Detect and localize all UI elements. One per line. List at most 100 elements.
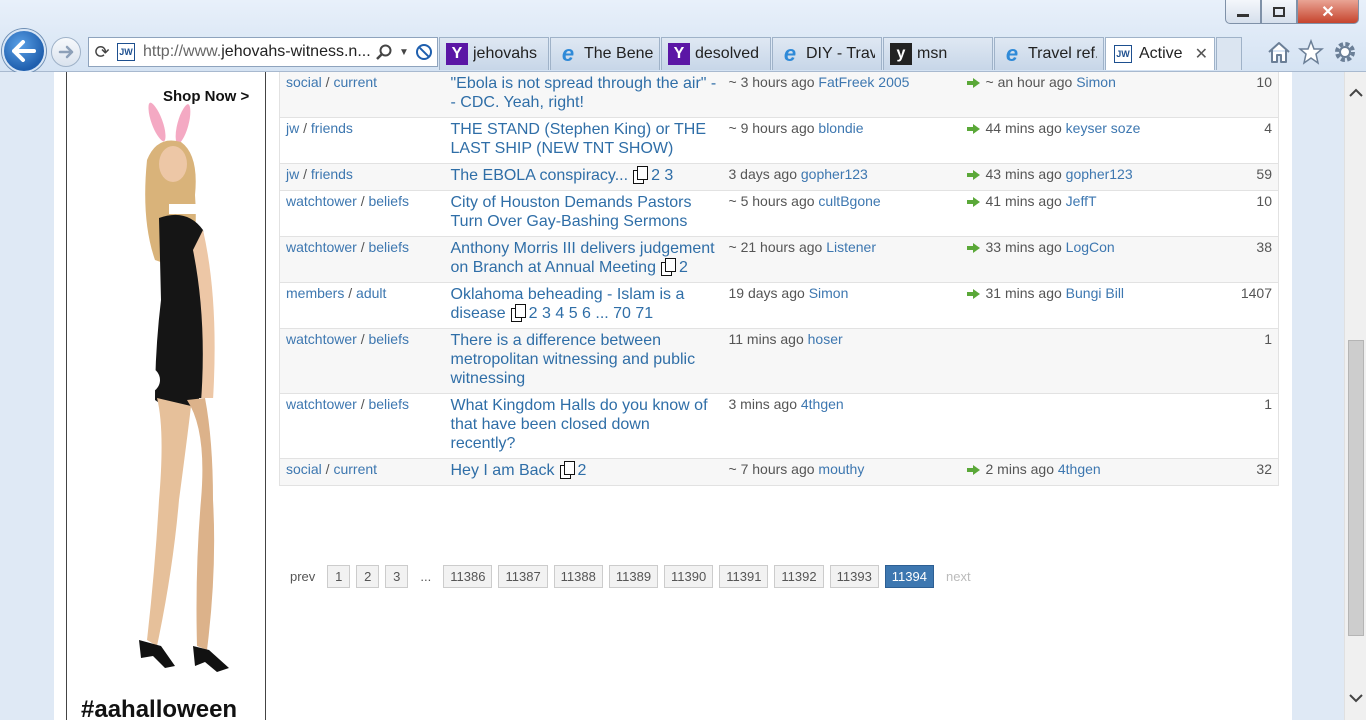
tab-benefits[interactable]: e The Benef... <box>550 37 660 70</box>
subcategory-link[interactable]: beliefs <box>368 239 408 255</box>
last-post-user-link[interactable]: 4thgen <box>1058 461 1101 477</box>
started-time: 3 days ago <box>728 166 798 182</box>
address-bar[interactable]: ⟳ JW http://www.jehovahs-witness.n... ▼ <box>88 37 438 67</box>
vertical-scrollbar[interactable] <box>1344 72 1366 720</box>
tab-active[interactable]: JW Active ... ✕ <box>1105 37 1215 70</box>
last-post-user-link[interactable]: LogCon <box>1066 239 1115 255</box>
starter-user-link[interactable]: hoser <box>808 331 843 347</box>
minimize-icon <box>1237 14 1249 17</box>
tab-msn[interactable]: y msn <box>883 37 993 70</box>
category-link[interactable]: social <box>286 461 322 477</box>
last-post-arrow-icon[interactable] <box>966 78 980 88</box>
page-link-11392[interactable]: 11392 <box>774 565 824 588</box>
page-link-1[interactable]: 1 <box>327 565 351 588</box>
topic-title-link[interactable]: The EBOLA conspiracy... <box>451 167 629 184</box>
scroll-down-arrow-icon[interactable] <box>1345 686 1366 710</box>
prev-page-link[interactable]: prev <box>284 565 321 588</box>
tab-travel-ref[interactable]: e Travel ref... <box>994 37 1104 70</box>
last-post-arrow-icon[interactable] <box>966 243 980 253</box>
subcategory-link[interactable]: beliefs <box>368 193 408 209</box>
page-link-11393[interactable]: 11393 <box>829 565 879 588</box>
subcategory-link[interactable]: beliefs <box>368 396 408 412</box>
page-link-11387[interactable]: 11387 <box>498 565 548 588</box>
back-button[interactable] <box>2 29 46 73</box>
page-link-11390[interactable]: 11390 <box>664 565 714 588</box>
restore-button[interactable] <box>1261 0 1297 24</box>
subcategory-link[interactable]: friends <box>311 120 353 136</box>
topic-last-post-cell <box>960 328 1217 394</box>
last-post-user-link[interactable]: JeffT <box>1066 193 1097 209</box>
close-tab-icon[interactable]: ✕ <box>1195 44 1208 64</box>
tab-label: desolved ... <box>695 45 764 62</box>
category-link[interactable]: members <box>286 285 344 301</box>
tab-desolved[interactable]: Y desolved ... <box>661 37 771 70</box>
subcategory-link[interactable]: current <box>333 74 377 90</box>
category-link[interactable]: jw <box>286 166 299 182</box>
last-post-user-link[interactable]: gopher123 <box>1066 166 1133 182</box>
topic-page-links[interactable]: 2 3 4 5 6 ... 70 71 <box>529 305 654 322</box>
page-link-11386[interactable]: 11386 <box>443 565 493 588</box>
tab-diy-travel[interactable]: e DIY - Trav... <box>772 37 882 70</box>
topic-page-links[interactable]: 2 <box>578 462 587 479</box>
last-post-arrow-icon[interactable] <box>966 289 980 299</box>
last-post-arrow-icon[interactable] <box>966 170 980 180</box>
starter-user-link[interactable]: 4thgen <box>801 396 844 412</box>
topic-reply-count: 32 <box>1216 458 1279 486</box>
topic-title-link[interactable]: "Ebola is not spread through the air" --… <box>451 75 717 111</box>
address-dropdown-icon[interactable]: ▼ <box>397 38 411 66</box>
category-link[interactable]: watchtower <box>286 331 357 347</box>
topic-title-link[interactable]: There is a difference between metropolit… <box>451 332 696 387</box>
new-tab-button[interactable] <box>1216 37 1242 70</box>
category-link[interactable]: watchtower <box>286 239 357 255</box>
topic-title-link[interactable]: What Kingdom Halls do you know of that h… <box>451 397 708 452</box>
url-text[interactable]: http://www.jehovahs-witness.n... <box>137 43 371 61</box>
last-post-arrow-icon[interactable] <box>966 465 980 475</box>
next-page-link: next <box>945 569 971 584</box>
topic-category-cell: social / current <box>279 72 445 118</box>
subcategory-link[interactable]: beliefs <box>368 331 408 347</box>
starter-user-link[interactable]: mouthy <box>818 461 864 477</box>
page-link-11391[interactable]: 11391 <box>719 565 769 588</box>
starter-user-link[interactable]: gopher123 <box>801 166 868 182</box>
starter-user-link[interactable]: Simon <box>809 285 849 301</box>
topic-title-link[interactable]: City of Houston Demands Pastors Turn Ove… <box>451 194 692 230</box>
subcategory-link[interactable]: adult <box>356 285 386 301</box>
scroll-up-arrow-icon[interactable] <box>1345 80 1366 104</box>
gear-icon[interactable] <box>1330 37 1360 67</box>
refresh-icon[interactable]: ⟳ <box>89 38 115 66</box>
last-post-user-link[interactable]: Bungi Bill <box>1066 285 1124 301</box>
minimize-button[interactable] <box>1225 0 1261 24</box>
last-post-arrow-icon[interactable] <box>966 197 980 207</box>
topic-title-link[interactable]: THE STAND (Stephen King) or THE LAST SHI… <box>451 121 707 157</box>
category-link[interactable]: watchtower <box>286 193 357 209</box>
stop-icon[interactable] <box>411 38 437 66</box>
scroll-thumb[interactable] <box>1348 340 1364 636</box>
category-link[interactable]: watchtower <box>286 396 357 412</box>
last-post-arrow-icon[interactable] <box>966 124 980 134</box>
tab-jehovahs[interactable]: Y jehovahs ... <box>439 37 549 70</box>
topic-page-links[interactable]: 2 3 <box>651 167 673 184</box>
search-icon[interactable] <box>371 38 397 66</box>
starter-user-link[interactable]: FatFreek 2005 <box>818 74 909 90</box>
page-link-11389[interactable]: 11389 <box>608 565 659 588</box>
starter-user-link[interactable]: blondie <box>818 120 863 136</box>
category-link[interactable]: jw <box>286 120 299 136</box>
close-window-button[interactable]: ✕ <box>1297 0 1359 24</box>
starter-user-link[interactable]: cultBgone <box>818 193 880 209</box>
category-link[interactable]: social <box>286 74 322 90</box>
last-post-user-link[interactable]: keyser soze <box>1066 120 1141 136</box>
last-post-user-link[interactable]: Simon <box>1076 74 1116 90</box>
subcategory-link[interactable]: friends <box>311 166 353 182</box>
topic-page-links[interactable]: 2 <box>679 259 688 276</box>
home-icon[interactable] <box>1264 37 1294 67</box>
starter-user-link[interactable]: Listener <box>826 239 876 255</box>
topic-title-link[interactable]: Hey I am Back <box>451 462 555 479</box>
forward-button[interactable] <box>51 37 81 67</box>
page-link-2[interactable]: 2 <box>356 565 380 588</box>
subcategory-link[interactable]: current <box>333 461 377 477</box>
topic-category-cell: watchtower / beliefs <box>279 236 445 283</box>
page-link-3[interactable]: 3 <box>385 565 409 588</box>
side-advertisement[interactable]: Shop Now > #aahalloween <box>66 72 266 720</box>
favorites-star-icon[interactable] <box>1296 37 1326 67</box>
page-link-11388[interactable]: 11388 <box>553 565 603 588</box>
